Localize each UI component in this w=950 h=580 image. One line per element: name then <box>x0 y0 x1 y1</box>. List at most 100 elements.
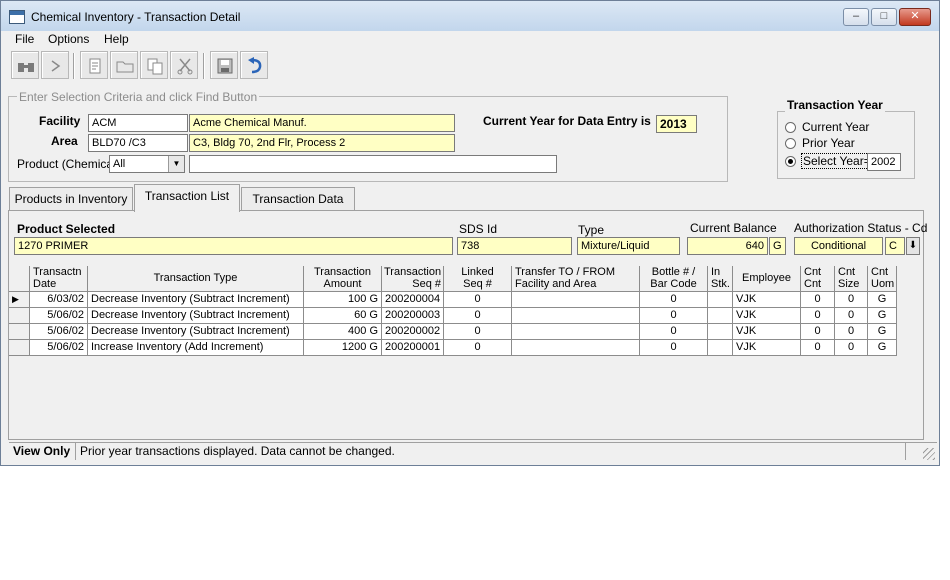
product-combo[interactable]: All ▼ <box>109 155 185 173</box>
grid-cell-linked[interactable]: 0 <box>444 292 512 308</box>
col-header-type[interactable]: Transaction Type <box>88 266 304 292</box>
radio-current-year[interactable] <box>785 122 796 133</box>
authorization-dropdown-icon[interactable]: ⬇ <box>906 237 920 255</box>
grid-cell-cnt[interactable]: 0 <box>801 292 835 308</box>
grid-cell-amount[interactable]: 100 G <box>304 292 382 308</box>
grid-cell-size[interactable]: 0 <box>835 324 868 340</box>
col-header-cnt-uom[interactable]: Cnt Uom <box>868 266 897 292</box>
status-message: Prior year transactions displayed. Data … <box>76 443 906 460</box>
grid-cell-transfer[interactable] <box>512 340 640 356</box>
grid-cell-transfer[interactable] <box>512 324 640 340</box>
grid-cell-type[interactable]: Increase Inventory (Add Increment) <box>88 340 304 356</box>
grid-cell-bottle[interactable]: 0 <box>640 292 708 308</box>
maximize-button[interactable]: □ <box>871 8 897 26</box>
grid-cell-instk[interactable] <box>708 340 733 356</box>
grid-cell-cnt[interactable]: 0 <box>801 308 835 324</box>
grid-cell-amount[interactable]: 400 G <box>304 324 382 340</box>
grid-cell-cnt[interactable]: 0 <box>801 340 835 356</box>
grid-cell-emp[interactable]: VJK <box>733 340 801 356</box>
save-button[interactable] <box>210 51 238 79</box>
grid-cell-seq[interactable]: 200200001 <box>382 340 444 356</box>
grid-cell-size[interactable]: 0 <box>835 308 868 324</box>
grid-cell-type[interactable]: Decrease Inventory (Subtract Increment) <box>88 308 304 324</box>
grid-cell-date[interactable]: 5/06/02 <box>30 308 88 324</box>
row-selector[interactable]: ▶ <box>9 292 30 308</box>
transaction-year-legend: Transaction Year <box>785 98 885 112</box>
grid-cell-linked[interactable]: 0 <box>444 340 512 356</box>
grid-cell-instk[interactable] <box>708 308 733 324</box>
grid-cell-transfer[interactable] <box>512 292 640 308</box>
area-label: Area <box>51 134 78 148</box>
grid-cell-emp[interactable]: VJK <box>733 292 801 308</box>
grid-cell-date[interactable]: 6/03/02 <box>30 292 88 308</box>
grid-cell-bottle[interactable]: 0 <box>640 340 708 356</box>
copy-button[interactable] <box>140 51 168 79</box>
save-icon <box>217 58 233 74</box>
grid-cell-date[interactable]: 5/06/02 <box>30 324 88 340</box>
grid-cell-size[interactable]: 0 <box>835 292 868 308</box>
add-record-button[interactable] <box>80 51 108 79</box>
menu-help[interactable]: Help <box>104 32 129 46</box>
col-header-in-stock[interactable]: In Stk. <box>708 266 733 292</box>
col-header-date[interactable]: Transactn Date <box>30 266 88 292</box>
menu-file[interactable]: File <box>15 32 34 46</box>
col-header-cnt-size[interactable]: Cnt Size <box>835 266 868 292</box>
row-selector[interactable] <box>9 340 30 356</box>
col-header-bottle[interactable]: Bottle # / Bar Code <box>640 266 708 292</box>
radio-prior-year[interactable] <box>785 138 796 149</box>
grid-cell-uom[interactable]: G <box>868 292 897 308</box>
grid-cell-emp[interactable]: VJK <box>733 308 801 324</box>
grid-cell-cnt[interactable]: 0 <box>801 324 835 340</box>
grid-cell-bottle[interactable]: 0 <box>640 324 708 340</box>
row-selector[interactable] <box>9 324 30 340</box>
grid-cell-uom[interactable]: G <box>868 308 897 324</box>
grid-cell-seq[interactable]: 200200002 <box>382 324 444 340</box>
grid-cell-seq[interactable]: 200200003 <box>382 308 444 324</box>
grid-cell-amount[interactable]: 60 G <box>304 308 382 324</box>
grid-cell-instk[interactable] <box>708 292 733 308</box>
authorization-status-label: Authorization Status - Cd <box>794 221 928 235</box>
grid-cell-seq[interactable]: 200200004 <box>382 292 444 308</box>
grid-cell-linked[interactable]: 0 <box>444 324 512 340</box>
next-button[interactable] <box>41 51 69 79</box>
area-code-field[interactable]: BLD70 /C3 <box>88 134 188 152</box>
product-label: Product (Chemical) <box>17 157 120 171</box>
title-bar: Chemical Inventory - Transaction Detail … <box>1 1 939 31</box>
col-header-transfer[interactable]: Transfer TO / FROM Facility and Area <box>512 266 640 292</box>
grid-cell-uom[interactable]: G <box>868 324 897 340</box>
chevron-down-icon[interactable]: ▼ <box>168 156 184 172</box>
minimize-button[interactable]: – <box>843 8 869 26</box>
col-header-amount[interactable]: Transaction Amount <box>304 266 382 292</box>
grid-cell-emp[interactable]: VJK <box>733 324 801 340</box>
menu-options[interactable]: Options <box>48 32 89 46</box>
grid-cell-amount[interactable]: 1200 G <box>304 340 382 356</box>
tab-transaction-data[interactable]: Transaction Data <box>241 187 355 211</box>
find-button[interactable] <box>11 51 39 79</box>
grid-cell-date[interactable]: 5/06/02 <box>30 340 88 356</box>
col-header-seq[interactable]: Transaction Seq # <box>382 266 444 292</box>
undo-button[interactable] <box>240 51 268 79</box>
grid-cell-size[interactable]: 0 <box>835 340 868 356</box>
delete-button[interactable] <box>170 51 198 79</box>
grid-cell-bottle[interactable]: 0 <box>640 308 708 324</box>
select-year-field[interactable]: 2002 <box>867 153 901 171</box>
product-text-field[interactable] <box>189 155 557 173</box>
radio-select-year[interactable] <box>785 156 796 167</box>
facility-code-field[interactable]: ACM <box>88 114 188 132</box>
grid-cell-linked[interactable]: 0 <box>444 308 512 324</box>
open-button[interactable] <box>110 51 138 79</box>
tab-transaction-list[interactable]: Transaction List <box>134 184 240 212</box>
grid-cell-type[interactable]: Decrease Inventory (Subtract Increment) <box>88 292 304 308</box>
grid-cell-transfer[interactable] <box>512 308 640 324</box>
col-header-employee[interactable]: Employee <box>733 266 801 292</box>
facility-label: Facility <box>39 114 81 128</box>
col-header-cnt-cnt[interactable]: Cnt Cnt <box>801 266 835 292</box>
grid-cell-type[interactable]: Decrease Inventory (Subtract Increment) <box>88 324 304 340</box>
grid-cell-instk[interactable] <box>708 324 733 340</box>
tab-products-in-inventory[interactable]: Products in Inventory <box>9 187 133 211</box>
col-header-linked[interactable]: Linked Seq # <box>444 266 512 292</box>
row-selector[interactable] <box>9 308 30 324</box>
grid-cell-uom[interactable]: G <box>868 340 897 356</box>
close-button[interactable]: ✕ <box>899 8 931 26</box>
resize-grip-icon[interactable] <box>923 448 935 460</box>
